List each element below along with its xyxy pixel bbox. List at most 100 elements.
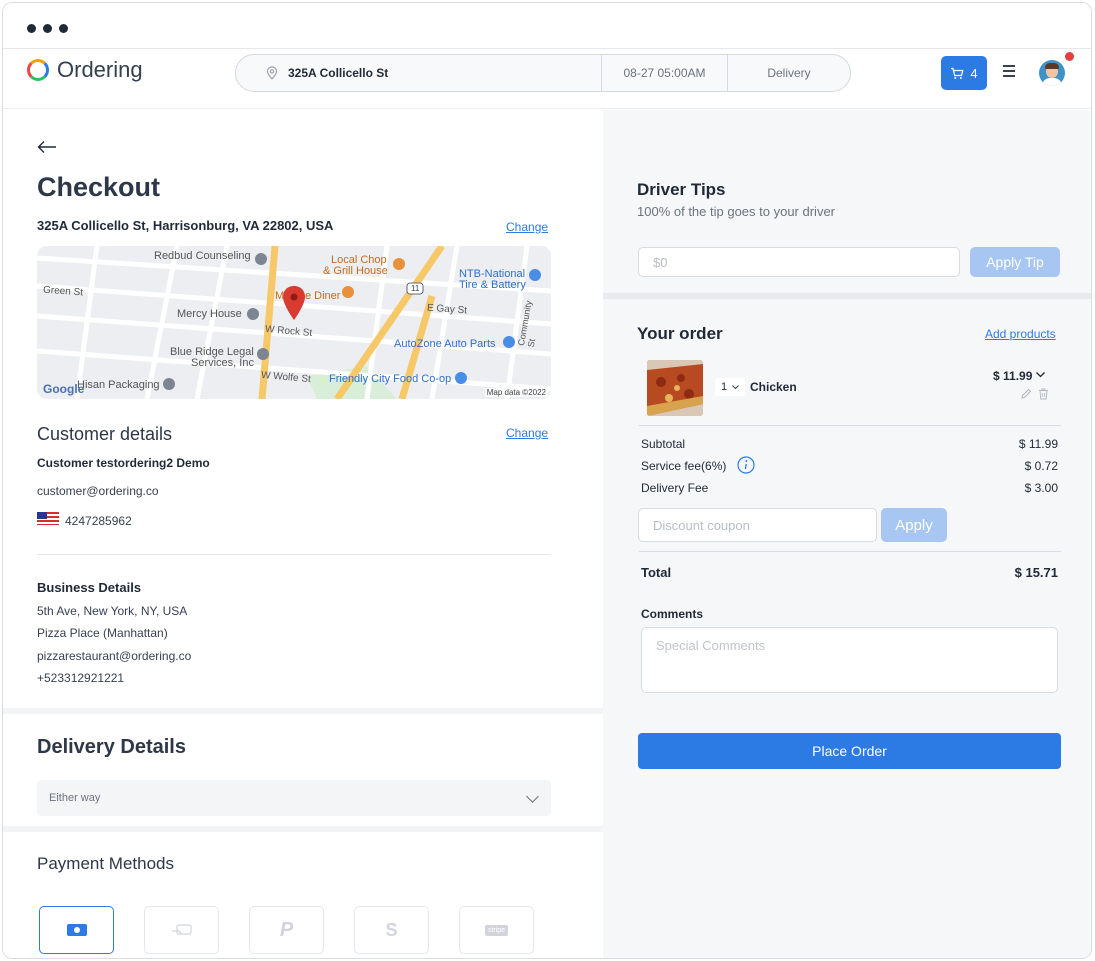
delivery-address: 325A Collicello St, Harrisonburg, VA 228… xyxy=(37,218,334,233)
cart-icon xyxy=(951,67,964,79)
map-label: Redbud Counseling xyxy=(154,250,251,262)
service-fee-value: $ 0.72 xyxy=(1024,459,1058,473)
customer-details-title: Customer details xyxy=(37,424,173,444)
your-order-title: Your order xyxy=(637,324,723,343)
comments-label: Comments xyxy=(641,607,704,621)
business-details-title: Business Details xyxy=(37,580,142,595)
change-customer-link[interactable]: Change xyxy=(506,426,548,440)
subtotal-value: $ 11.99 xyxy=(1018,437,1058,451)
stripe-icon: stripe xyxy=(484,924,509,936)
us-flag-icon xyxy=(37,512,59,525)
tip-input-placeholder: $0 xyxy=(653,254,668,270)
edit-pencil-icon[interactable] xyxy=(1020,388,1032,400)
chevron-down-icon xyxy=(732,384,739,389)
tip-input[interactable]: $0 xyxy=(638,247,960,277)
section-separator xyxy=(603,293,1091,299)
discount-coupon-input[interactable]: Discount coupon xyxy=(638,508,877,542)
delivery-map[interactable]: Redbud Counseling Local Chop & Grill Hou… xyxy=(37,246,551,399)
map-label: Services, Inc xyxy=(191,357,254,369)
delivery-details-title: Delivery Details xyxy=(37,736,186,758)
product-image xyxy=(647,360,703,416)
checkout-left-panel: Checkout 325A Collicello St, Harrisonbur… xyxy=(3,110,603,958)
payment-card-delivery-option[interactable] xyxy=(144,906,219,954)
info-icon[interactable] xyxy=(737,456,755,474)
order-context-bar: 325A Collicello St 08-27 05:00AM Deliver… xyxy=(235,54,851,92)
cart-count: 4 xyxy=(970,65,978,81)
address-text: 325A Collicello St xyxy=(288,66,389,80)
comments-textarea[interactable]: Special Comments xyxy=(641,627,1058,693)
delivery-fee-value: $ 3.00 xyxy=(1024,481,1058,495)
chevron-down-icon xyxy=(526,790,539,803)
avatar-body xyxy=(1042,78,1062,86)
divider xyxy=(37,554,551,555)
delivery-option-select[interactable]: Either way xyxy=(37,780,551,816)
divider xyxy=(639,551,1061,552)
service-fee-label: Service fee(6%) xyxy=(641,459,727,473)
card-delivery-icon xyxy=(171,924,192,935)
customer-phone: 4247285962 xyxy=(65,514,132,528)
address-selector[interactable]: 325A Collicello St xyxy=(236,55,602,91)
payment-methods-title: Payment Methods xyxy=(37,854,175,873)
logo-mark-icon xyxy=(27,59,49,81)
page-title: Checkout xyxy=(37,172,161,202)
apply-coupon-button[interactable]: Apply xyxy=(881,508,947,542)
cart-button[interactable]: 4 xyxy=(941,56,987,90)
payment-stripe-s-option[interactable]: S xyxy=(354,906,429,954)
window-dot xyxy=(27,24,36,33)
map-label: e Diner xyxy=(305,290,341,302)
order-type-selector[interactable]: Delivery xyxy=(728,55,850,91)
map-label: & Grill House xyxy=(323,265,388,277)
product-price: $ 11.99 xyxy=(993,369,1033,383)
total-label: Total xyxy=(641,565,672,580)
place-order-button[interactable]: Place Order xyxy=(638,733,1061,769)
change-address-link[interactable]: Change xyxy=(506,220,548,234)
stripe-s-icon: S xyxy=(385,919,398,940)
map-label: Tire & Battery xyxy=(459,279,526,291)
datetime-selector[interactable]: 08-27 05:00AM xyxy=(602,55,728,91)
window-dot xyxy=(43,24,52,33)
driver-tips-subtitle: 100% of the tip goes to your driver xyxy=(637,204,836,219)
map-label: M xyxy=(275,290,285,302)
map-label: AutoZone Auto Parts xyxy=(394,338,496,350)
user-avatar[interactable] xyxy=(1039,60,1065,86)
driver-tips-title: Driver Tips xyxy=(637,180,726,199)
customer-name: Customer testordering2 Demo xyxy=(37,456,210,470)
apply-tip-button[interactable]: Apply Tip xyxy=(970,247,1060,277)
top-header: Ordering 325A Collicello St 08-27 05:00A… xyxy=(3,51,1091,109)
browser-window: Ordering 325A Collicello St 08-27 05:00A… xyxy=(2,2,1092,959)
payment-stripe-option[interactable]: stripe xyxy=(459,906,534,954)
back-arrow-icon[interactable] xyxy=(37,140,57,154)
payment-paypal-option[interactable]: P xyxy=(249,906,324,954)
payment-cash-option[interactable] xyxy=(39,906,114,954)
order-summary-panel: Driver Tips 100% of the tip goes to your… xyxy=(603,110,1091,958)
business-address: 5th Ave, New York, NY, USA xyxy=(37,604,188,618)
comments-placeholder: Special Comments xyxy=(656,638,766,653)
add-products-link[interactable]: Add products xyxy=(985,327,1056,341)
section-separator xyxy=(3,708,603,714)
logo[interactable]: Ordering xyxy=(27,57,143,83)
product-name: Chicken xyxy=(750,380,797,394)
business-email: pizzarestaurant@ordering.co xyxy=(37,649,192,663)
map-label: Mercy House xyxy=(177,308,242,320)
delivery-option-value: Either way xyxy=(49,792,101,804)
subtotal-label: Subtotal xyxy=(641,437,686,451)
section-separator xyxy=(3,826,603,832)
business-phone: +523312921221 xyxy=(37,671,125,685)
chevron-down-icon[interactable] xyxy=(1036,372,1045,378)
trash-icon[interactable] xyxy=(1038,388,1049,400)
map-label: Hisan Packaging xyxy=(77,379,160,391)
notification-dot xyxy=(1065,52,1074,61)
paypal-icon: P xyxy=(279,918,294,941)
cash-icon xyxy=(66,924,87,936)
hamburger-menu-icon[interactable] xyxy=(1003,65,1017,77)
business-name: Pizza Place (Manhattan) xyxy=(37,626,168,640)
divider xyxy=(639,425,1061,426)
quantity-value: 1 xyxy=(720,381,728,393)
map-label: 11 xyxy=(411,284,420,293)
map-attribution: Map data ©2022 xyxy=(484,388,548,397)
location-pin-icon xyxy=(266,66,278,80)
logo-text: Ordering xyxy=(57,57,143,82)
quantity-select[interactable]: 1 xyxy=(715,378,745,396)
customer-email: customer@ordering.co xyxy=(37,484,159,498)
window-chrome xyxy=(3,3,1091,52)
